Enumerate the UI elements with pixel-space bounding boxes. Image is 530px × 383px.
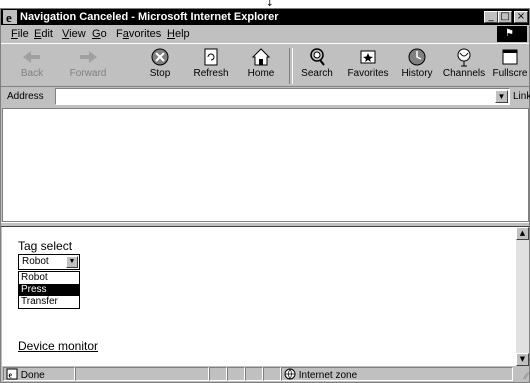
cursor-arrow-icon: ↓ [266,0,274,9]
history-label: History [401,68,433,79]
forward-button[interactable]: Forward [63,46,113,86]
tag-select-value: Robot [22,256,49,267]
tag-options-list: Robot Press Transfer [18,271,80,309]
favorites-icon [360,50,376,64]
maximize-button[interactable]: □ [498,11,512,23]
links-button[interactable]: Links [513,90,530,104]
top-frame [2,108,529,222]
favorites-label: Favorites [347,68,389,79]
channels-button[interactable]: Channels [441,46,487,86]
forward-label: Forward [69,68,107,79]
tag-option-transfer[interactable]: Transfer [19,296,79,308]
fullscreen-button[interactable]: Fullscre [490,46,530,86]
search-button[interactable]: Search [297,46,337,86]
toolbar: Back Forward Stop Refresh Home Search Fa… [1,43,529,87]
menu-go[interactable]: Go [92,28,107,41]
minimize-button[interactable]: _ [484,11,498,23]
address-bar: Address ▼ Links [1,87,530,107]
address-input[interactable]: ▼ [55,88,510,105]
search-icon [310,48,325,66]
refresh-label: Refresh [193,68,229,79]
refresh-icon [204,48,218,66]
address-label: Address [7,91,44,102]
status-text: Done [20,370,45,381]
forward-arrow-icon [80,51,97,63]
favorites-button[interactable]: Favorites [344,46,392,86]
resize-grip-icon[interactable]: ⁄⁄ [525,371,528,381]
bottom-frame: Tag select Robot ▼ Robot Press Transfer … [2,227,516,366]
channels-icon [457,48,471,67]
menu-help[interactable]: Help [167,28,190,41]
home-button[interactable]: Home [244,46,278,86]
stop-button[interactable]: Stop [143,46,177,86]
menu-file[interactable]: File [11,28,29,41]
menu-favorites[interactable]: Favorites [116,28,161,41]
stop-label: Stop [149,68,171,79]
home-icon [251,48,271,66]
status-bar: e Done Internet zone ⁄⁄ [1,366,529,382]
page-icon: e [6,368,18,380]
fullscreen-icon [502,49,518,65]
device-monitor-link[interactable]: Device monitor [18,339,98,353]
window-title: Navigation Canceled - Microsoft Internet… [20,11,279,23]
scroll-down-arrow-icon[interactable]: ▼ [516,353,529,366]
title-bar: e Navigation Canceled - Microsoft Intern… [1,9,529,25]
status-panel-zone: Internet zone [281,367,513,381]
home-label: Home [247,68,275,79]
tag-option-press[interactable]: Press [19,284,79,296]
status-panel-blank-3 [227,367,245,381]
toolbar-separator [289,48,293,84]
menu-edit[interactable]: Edit [34,28,53,41]
status-panel-blank-2 [209,367,227,381]
svg-text:e: e [9,371,13,380]
menu-view[interactable]: View [62,28,86,41]
history-button[interactable]: History [397,46,437,86]
status-panel-done: e Done [3,367,75,381]
ie-logo-icon: e [3,10,17,24]
tag-option-robot[interactable]: Robot [19,272,79,284]
svg-text:e: e [6,10,12,24]
channels-label: Channels [442,68,486,79]
fullscreen-label: Fullscre [492,68,528,79]
status-panel-blank-1 [75,367,209,381]
stop-icon [151,48,169,66]
refresh-button[interactable]: Refresh [191,46,231,86]
menu-bar: File Edit View Go Favorites Help ⚑ [1,25,529,43]
search-label: Search [301,68,333,79]
globe-icon [284,368,296,380]
history-icon [408,48,426,66]
tag-select-label: Tag select [18,239,73,253]
back-button[interactable]: Back [9,46,55,86]
tag-select-dropdown[interactable]: Robot ▼ [18,254,80,270]
back-arrow-icon [23,51,40,63]
zone-text: Internet zone [298,370,358,381]
address-dropdown-button[interactable]: ▼ [495,90,508,103]
status-panel-blank-5 [263,367,281,381]
back-label: Back [20,68,44,79]
chevron-down-icon[interactable]: ▼ [66,256,78,268]
windows-logo-icon: ⚑ [497,26,527,42]
scroll-up-arrow-icon[interactable]: ▲ [516,227,529,240]
status-panel-blank-4 [245,367,263,381]
vertical-scrollbar[interactable]: ▲ ▼ [516,227,529,366]
browser-window: e Navigation Canceled - Microsoft Intern… [0,8,530,383]
close-button[interactable]: × [514,11,528,23]
